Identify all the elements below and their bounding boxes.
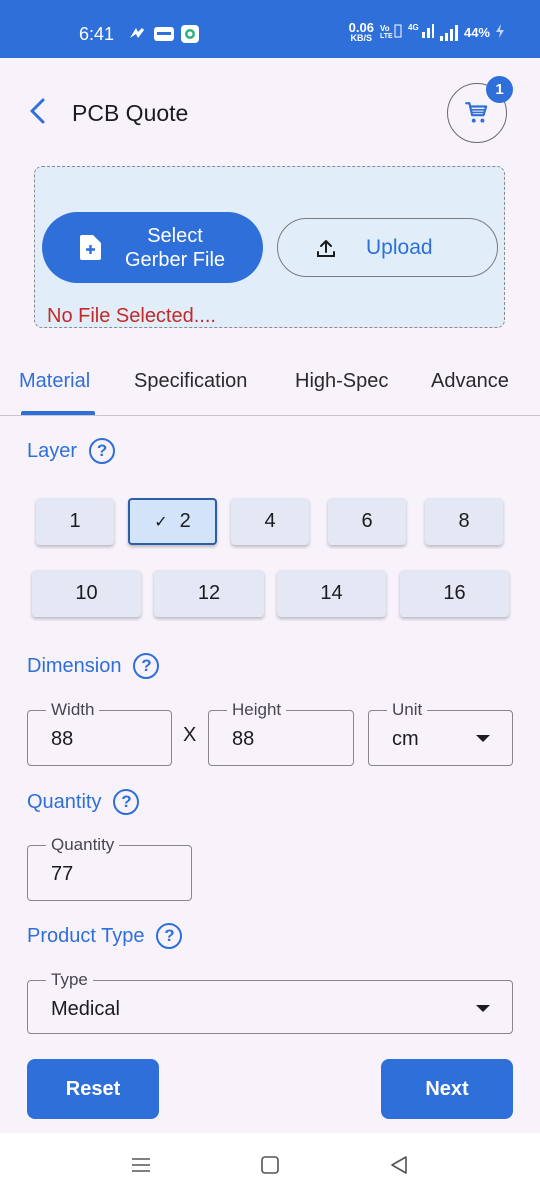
charging-icon: [496, 24, 504, 41]
dropdown-arrow-icon: [476, 1005, 490, 1012]
next-button[interactable]: Next: [381, 1059, 513, 1119]
width-value: 88: [51, 728, 74, 750]
network-speed: 0.06 KB/S: [348, 19, 374, 43]
signal-4g-icon: 4G: [408, 22, 434, 43]
quantity-section-label: Quantity ?: [27, 789, 140, 815]
tab-advance[interactable]: Advance: [431, 370, 509, 393]
upload-button[interactable]: Upload: [277, 218, 498, 277]
volte-icon: Vo LTE: [380, 23, 402, 42]
product-type-help-icon[interactable]: ?: [156, 923, 183, 949]
tab-material[interactable]: Material: [19, 370, 90, 393]
layer-option-1[interactable]: 1: [36, 498, 114, 545]
unit-select[interactable]: Unit cm: [368, 700, 513, 766]
back-nav-icon[interactable]: [389, 1155, 409, 1180]
dimension-help-icon[interactable]: ?: [133, 653, 160, 679]
tab-specification[interactable]: Specification: [134, 370, 247, 393]
back-arrow-icon: [30, 98, 45, 124]
svg-text:LTE: LTE: [380, 33, 393, 39]
product-type-select[interactable]: Type Medical: [27, 970, 513, 1034]
layer-section-label: Layer ?: [27, 438, 116, 464]
layer-option-14[interactable]: 14: [277, 570, 386, 617]
width-field-label: Width: [46, 700, 100, 720]
unit-value: cm: [392, 728, 419, 750]
tab-bar: Material Specification High-Spec Advance: [0, 360, 540, 416]
width-field[interactable]: Width 88: [27, 700, 172, 766]
layer-help-icon[interactable]: ?: [89, 438, 116, 464]
status-time: 6:41: [79, 24, 115, 44]
page-title: PCB Quote: [72, 100, 189, 126]
reset-button[interactable]: Reset: [27, 1059, 159, 1119]
layer-option-6[interactable]: 6: [328, 498, 406, 545]
file-add-icon: [80, 235, 101, 260]
tab-high-spec[interactable]: High-Spec: [295, 370, 388, 393]
check-icon: ✓: [154, 513, 168, 531]
dimension-section-label: Dimension ?: [27, 653, 160, 679]
layer-option-16[interactable]: 16: [400, 570, 509, 617]
dimension-separator: X: [183, 724, 197, 746]
quantity-field[interactable]: Quantity 77: [27, 835, 192, 901]
layer-option-4[interactable]: 4: [231, 498, 309, 545]
upload-icon: [317, 239, 335, 257]
type-field-label: Type: [46, 970, 93, 990]
quantity-value: 77: [51, 863, 74, 885]
layer-option-10[interactable]: 10: [32, 570, 141, 617]
system-nav-bar: [0, 1133, 540, 1200]
product-type-section-label: Product Type ?: [27, 923, 183, 949]
svg-text:4G: 4G: [408, 23, 419, 32]
recents-icon[interactable]: [131, 1155, 151, 1180]
height-value: 88: [232, 728, 255, 750]
battery-percent: 44%: [463, 25, 490, 40]
select-gerber-button[interactable]: Select Gerber File: [42, 212, 263, 283]
svg-text:Vo: Vo: [380, 24, 390, 33]
home-icon[interactable]: [260, 1155, 280, 1180]
upload-label: Upload: [366, 235, 433, 259]
product-type-value: Medical: [51, 998, 120, 1020]
back-button[interactable]: [20, 94, 54, 128]
layer-option-8[interactable]: 8: [425, 498, 503, 545]
tab-active-indicator: [21, 411, 95, 415]
height-field-label: Height: [227, 700, 287, 720]
no-file-message: No File Selected....: [47, 305, 216, 327]
signal-bars-icon: [439, 24, 458, 41]
layer-option-2[interactable]: ✓ 2: [128, 498, 217, 545]
height-field[interactable]: Height 88: [208, 700, 354, 766]
paytm-icon: [154, 27, 174, 46]
chat-app-icon: [181, 25, 199, 48]
status-bar: 6:41 0.06 KB/S Vo LTE 4G 44%: [0, 0, 540, 58]
unit-field-label: Unit: [387, 700, 428, 720]
app-bar: PCB Quote 1: [0, 58, 540, 168]
quantity-field-label: Quantity: [46, 835, 120, 855]
layer-option-12[interactable]: 12: [154, 570, 264, 617]
dropdown-arrow-icon: [476, 735, 490, 742]
cart-icon: [465, 102, 488, 123]
quantity-help-icon[interactable]: ?: [113, 789, 140, 815]
sync-icon: [128, 26, 146, 45]
status-right: 0.06 KB/S Vo LTE 4G 44%: [348, 19, 504, 43]
select-gerber-label: Select Gerber File: [124, 224, 226, 271]
cart-count-badge: 1: [486, 76, 513, 103]
